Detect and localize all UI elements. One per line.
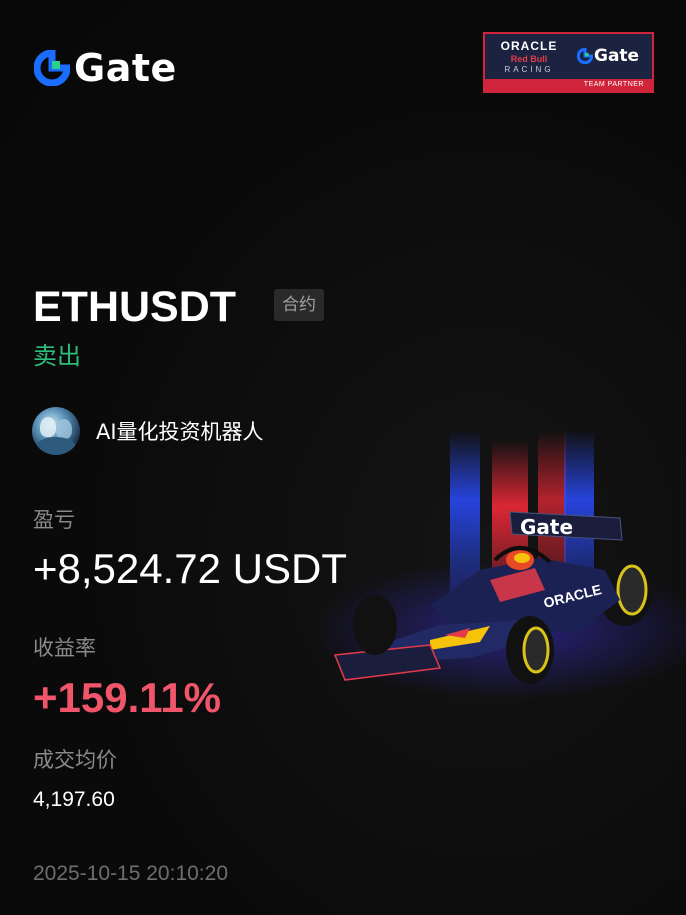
partner-gate-logo: Gate [577, 46, 639, 66]
share-card: Gate ORACLE Red Bull RACING Gate TEAM PA… [0, 0, 686, 915]
f1-race-car-illustration: Gate ORACLE [320, 430, 686, 700]
avg-price-label: 成交均价 [33, 748, 117, 772]
gate-logo: Gate [34, 48, 177, 88]
bot-info: AI量化投资机器人 [32, 407, 264, 455]
oracle-red-bull-racing-logo: ORACLE Red Bull RACING [491, 39, 567, 74]
partner-line-racing: RACING [504, 65, 554, 74]
partner-line-redbull: Red Bull [510, 54, 548, 64]
robot-avatar-icon [32, 407, 80, 455]
partner-line-oracle: ORACLE [500, 39, 558, 53]
gate-logo-icon [34, 50, 70, 86]
rear-wing-logo-text: Gate [520, 515, 573, 539]
pnl-value: +8,524.72 USDT [33, 545, 348, 592]
timestamp: 2025-10-15 20:10:20 [33, 862, 228, 885]
roi-value: +159.11% [33, 674, 222, 721]
rear-wing: Gate [509, 511, 623, 541]
team-partner-badge: ORACLE Red Bull RACING Gate TEAM PARTNER [483, 32, 654, 93]
pnl-label: 盈亏 [33, 508, 75, 532]
gate-logo-icon [577, 48, 593, 64]
trading-pair-title: ETHUSDT [33, 283, 237, 331]
roi-label: 收益率 [33, 636, 96, 660]
avg-price-value: 4,197.60 [33, 788, 115, 811]
team-partner-strip: TEAM PARTNER [485, 79, 652, 91]
bot-name: AI量化投资机器人 [96, 420, 264, 444]
front-tire-left [353, 595, 397, 655]
contract-type-tag: 合约 [274, 289, 324, 321]
trade-side-label: 卖出 [33, 342, 81, 370]
partner-gate-text: Gate [594, 46, 640, 66]
gate-logo-text: Gate [74, 46, 177, 90]
